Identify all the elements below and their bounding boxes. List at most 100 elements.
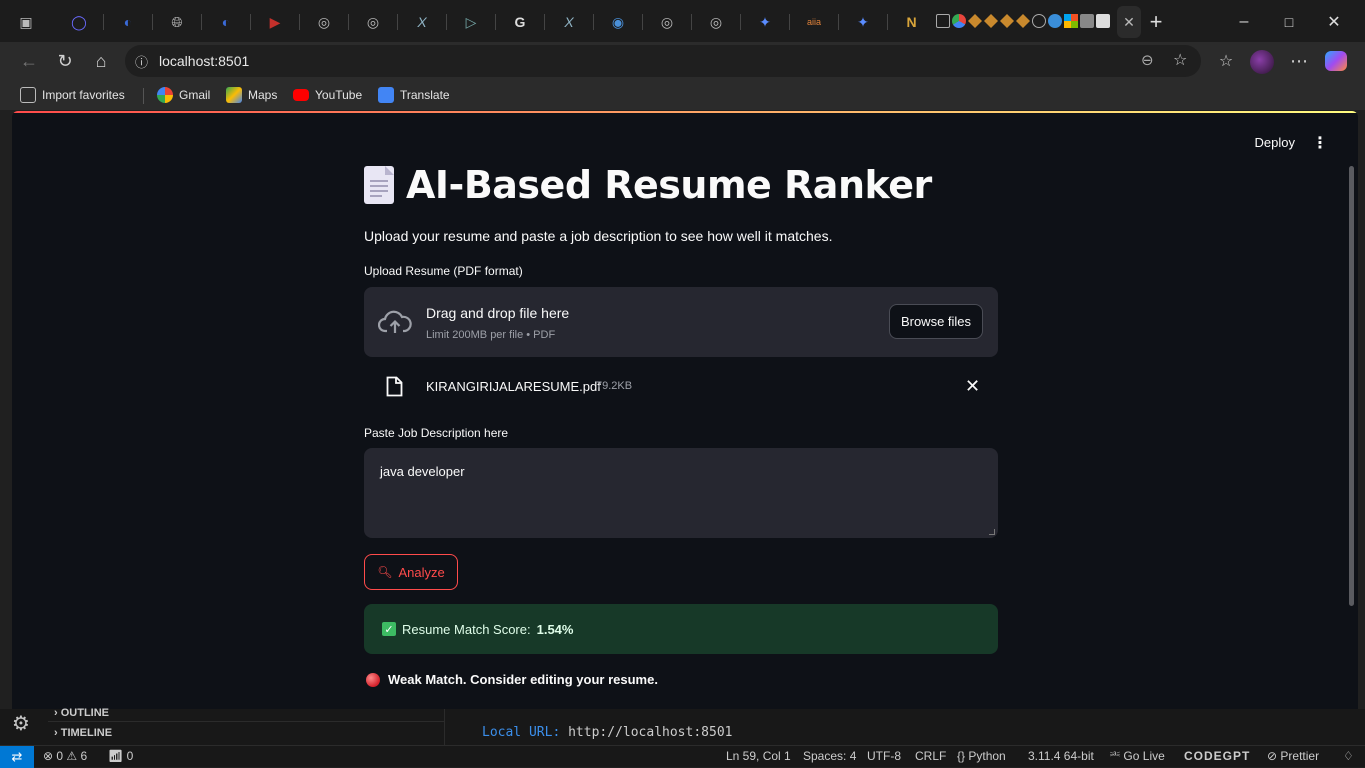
document-icon — [364, 166, 394, 204]
favorite-maps[interactable]: Maps — [226, 86, 277, 104]
avatar[interactable] — [1250, 50, 1274, 74]
home-button[interactable]: ⌂ — [86, 47, 116, 75]
remote-indicator-icon[interactable]: ⇄ — [0, 746, 34, 768]
score-prefix: Resume Match Score: — [402, 621, 531, 637]
line-ending[interactable]: CRLF — [915, 749, 946, 763]
site-info-icon[interactable]: ⓘ — [135, 52, 148, 71]
back-button[interactable]: ← — [14, 47, 44, 75]
youtube-icon — [293, 89, 309, 101]
terminal-output: Local URL: http://localhost:8501 — [482, 725, 732, 740]
score-value: 1.54% — [536, 621, 574, 637]
terminal-key: Local URL: — [482, 725, 561, 740]
favorite-youtube[interactable]: YouTube — [293, 86, 362, 104]
browser-tab[interactable]: ◎ — [301, 6, 347, 38]
browser-tab[interactable]: ▷ — [448, 6, 494, 38]
notifications-bell-icon[interactable]: ♢ — [1343, 749, 1354, 763]
tab-favicon-icon: aiia — [806, 17, 821, 27]
browse-files-button[interactable]: Browse files — [889, 304, 983, 339]
browser-tab[interactable]: ✦ — [742, 6, 788, 38]
favorite-gmail[interactable]: Gmail — [157, 86, 210, 104]
page-subtitle: Upload your resume and paste a job descr… — [364, 228, 833, 244]
ports-indicator[interactable]: 📶︎ 0 — [108, 749, 133, 763]
codegpt-button[interactable]: CODEGPT — [1184, 749, 1250, 763]
browser-tab[interactable]: X — [399, 6, 445, 38]
tab-favicon-strip — [936, 14, 1116, 30]
tab-favicon-icon: N — [906, 14, 917, 30]
resize-handle[interactable] — [989, 529, 995, 535]
zoom-icon[interactable]: ⊖ — [1141, 51, 1154, 69]
browser-tab[interactable]: N — [889, 6, 934, 38]
uploaded-file: KIRANGIRIJALARESUME.pdf 79.2KB ✕ — [364, 369, 998, 403]
tab-favicon-icon: ◯ — [71, 13, 87, 30]
browser-tab[interactable]: X — [546, 6, 592, 38]
browser-tab[interactable]: ◉ — [595, 6, 641, 38]
globe-icon: 🌐︎ — [171, 13, 183, 30]
window-close-button[interactable]: ✕ — [1314, 8, 1354, 36]
globe-icon: ◎ — [366, 13, 380, 30]
terminal-url[interactable]: http://localhost:8501 — [568, 725, 732, 740]
browser-tab[interactable]: ◎ — [350, 6, 396, 38]
cursor-position[interactable]: Ln 59, Col 1 — [726, 749, 791, 763]
favorite-label: Translate — [400, 88, 450, 102]
browser-tab[interactable]: aiia — [791, 6, 837, 38]
magnifier-icon: 🔍︎ — [377, 565, 393, 579]
tab-favicon-icon: ◐ — [123, 14, 133, 30]
favorite-import[interactable]: Import favorites — [20, 86, 125, 104]
prettier-label: Prettier — [1280, 749, 1320, 763]
copilot-icon[interactable] — [1325, 51, 1347, 71]
indentation[interactable]: Spaces: 4 — [803, 749, 856, 763]
browser-tab[interactable]: ◐ — [203, 6, 249, 38]
timeline-section[interactable]: › TIMELINE — [54, 727, 112, 739]
favorites-icon[interactable]: ☆ — [1211, 47, 1241, 75]
video-icon: ▷ — [465, 13, 477, 30]
scrollbar[interactable] — [1349, 166, 1354, 606]
minimize-button[interactable]: – — [1224, 8, 1264, 36]
deploy-button[interactable]: Deploy — [1255, 135, 1295, 150]
page-title: AI-Based Resume Ranker — [406, 163, 932, 207]
browser-tab[interactable]: ◎ — [644, 6, 690, 38]
language-mode[interactable]: {} Python — [957, 749, 1006, 763]
encoding[interactable]: UTF-8 — [867, 749, 901, 763]
gear-icon[interactable]: ⚙ — [12, 711, 30, 736]
dropzone-limit: Limit 200MB per file • PDF — [426, 329, 556, 341]
problems-indicator[interactable]: ⊗ 0 ⚠ 6 — [43, 749, 87, 763]
job-description-textarea[interactable]: java developer — [364, 448, 998, 538]
analyze-label: Analyze — [398, 564, 445, 580]
browser-tab[interactable]: 🌐︎ — [154, 6, 200, 38]
browser-tab-strip: ▣ ◯ ◐ 🌐︎ ◐ ▶ ◎ ◎ X ▷ G X ◉ ◎ ◎ ✦ aiia ✦ … — [0, 0, 1365, 42]
browser-tab[interactable]: ◐ — [105, 6, 151, 38]
browser-tab[interactable]: ◯ — [56, 6, 102, 38]
app-viewport: Deploy ⋮ AI-Based Resume Ranker Upload y… — [12, 111, 1358, 709]
more-menu-icon[interactable]: ⋯ — [1284, 47, 1314, 75]
prettier-button[interactable]: ⊘ Prettier — [1267, 749, 1319, 763]
timeline-label: TIMELINE — [60, 727, 113, 739]
browser-tab[interactable]: ◎ — [693, 6, 739, 38]
tab-favicon-icon: ◉ — [611, 13, 625, 30]
go-live-button[interactable]: ⎃ Go Live — [1110, 749, 1165, 764]
main-menu-icon[interactable]: ⋮ — [1312, 133, 1328, 153]
address-bar[interactable]: ⓘ localhost:8501 ⊖ ☆ — [125, 45, 1201, 77]
globe-icon: ◎ — [709, 13, 723, 30]
score-alert: ✓ Resume Match Score: 1.54% — [364, 604, 998, 654]
reload-button[interactable]: ↻ — [50, 47, 80, 75]
new-tab-button[interactable]: + — [1136, 8, 1176, 36]
maximize-button[interactable]: □ — [1269, 8, 1309, 36]
globe-icon: ◎ — [317, 13, 331, 30]
file-dropzone[interactable]: Drag and drop file here Limit 200MB per … — [364, 287, 998, 357]
tab-actions-icon[interactable]: ▣ — [6, 6, 46, 38]
browser-tab[interactable]: ✦ — [840, 6, 886, 38]
dropzone-instructions: Drag and drop file here — [426, 305, 570, 321]
file-name: KIRANGIRIJALARESUME.pdf — [426, 379, 601, 394]
outline-label: OUTLINE — [60, 707, 110, 719]
python-interpreter[interactable]: 3.11.4 64-bit — [1028, 749, 1094, 763]
remove-file-icon[interactable]: ✕ — [965, 376, 980, 397]
youtube-icon: ▶ — [269, 13, 281, 30]
browser-navigation-bar: ← ↻ ⌂ ⓘ localhost:8501 ⊖ ☆ ☆ ⋯ — [0, 42, 1365, 80]
x-icon: X — [417, 14, 427, 30]
favorite-translate[interactable]: Translate — [378, 86, 450, 104]
analyze-button[interactable]: 🔍︎ Analyze — [364, 554, 458, 590]
browser-tab[interactable]: G — [497, 6, 543, 38]
outline-section[interactable]: › OUTLINE — [54, 707, 109, 719]
favorite-star-icon[interactable]: ☆ — [1173, 50, 1187, 70]
browser-tab[interactable]: ▶ — [252, 6, 298, 38]
